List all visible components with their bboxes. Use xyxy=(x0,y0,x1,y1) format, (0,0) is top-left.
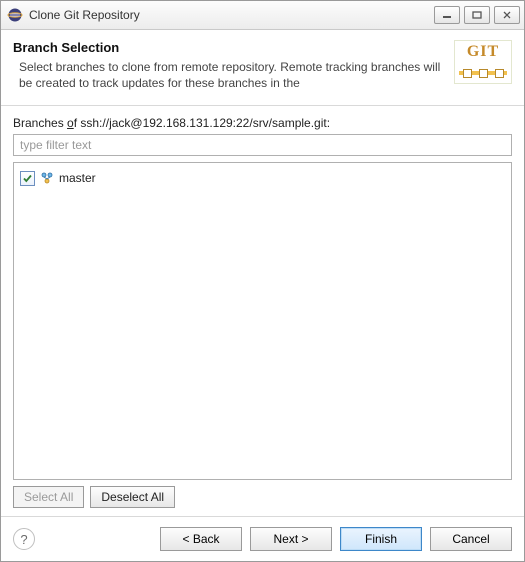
filter-input[interactable] xyxy=(13,134,512,156)
git-icon: GIT xyxy=(454,40,512,84)
next-button[interactable]: Next > xyxy=(250,527,332,551)
close-icon xyxy=(502,11,512,19)
deselect-all-button[interactable]: Deselect All xyxy=(90,486,175,508)
wizard-banner: Branch Selection Select branches to clon… xyxy=(1,30,524,106)
branch-tree[interactable]: master xyxy=(13,162,512,480)
page-title: Branch Selection xyxy=(13,40,446,55)
window-title: Clone Git Repository xyxy=(29,8,430,22)
minimize-icon xyxy=(442,11,452,19)
branch-row-master[interactable]: master xyxy=(20,169,505,187)
maximize-icon xyxy=(472,11,482,19)
branches-label: Branches of ssh://jack@192.168.131.129:2… xyxy=(13,116,512,130)
button-bar: ? < Back Next > Finish Cancel xyxy=(1,517,524,561)
minimize-button[interactable] xyxy=(434,6,460,24)
finish-button[interactable]: Finish xyxy=(340,527,422,551)
branch-icon xyxy=(40,171,54,185)
check-icon xyxy=(22,173,33,184)
close-button[interactable] xyxy=(494,6,520,24)
dialog-window: Clone Git Repository Branch Selection Se… xyxy=(0,0,525,562)
page-description: Select branches to clone from remote rep… xyxy=(13,59,446,91)
maximize-button[interactable] xyxy=(464,6,490,24)
eclipse-icon xyxy=(7,7,23,23)
select-all-button[interactable]: Select All xyxy=(13,486,84,508)
content-area: Branches of ssh://jack@192.168.131.129:2… xyxy=(1,106,524,516)
titlebar: Clone Git Repository xyxy=(1,1,524,30)
help-icon: ? xyxy=(20,532,27,547)
back-button[interactable]: < Back xyxy=(160,527,242,551)
cancel-button[interactable]: Cancel xyxy=(430,527,512,551)
branch-checkbox[interactable] xyxy=(20,171,35,186)
help-button[interactable]: ? xyxy=(13,528,35,550)
branch-label: master xyxy=(59,171,96,185)
